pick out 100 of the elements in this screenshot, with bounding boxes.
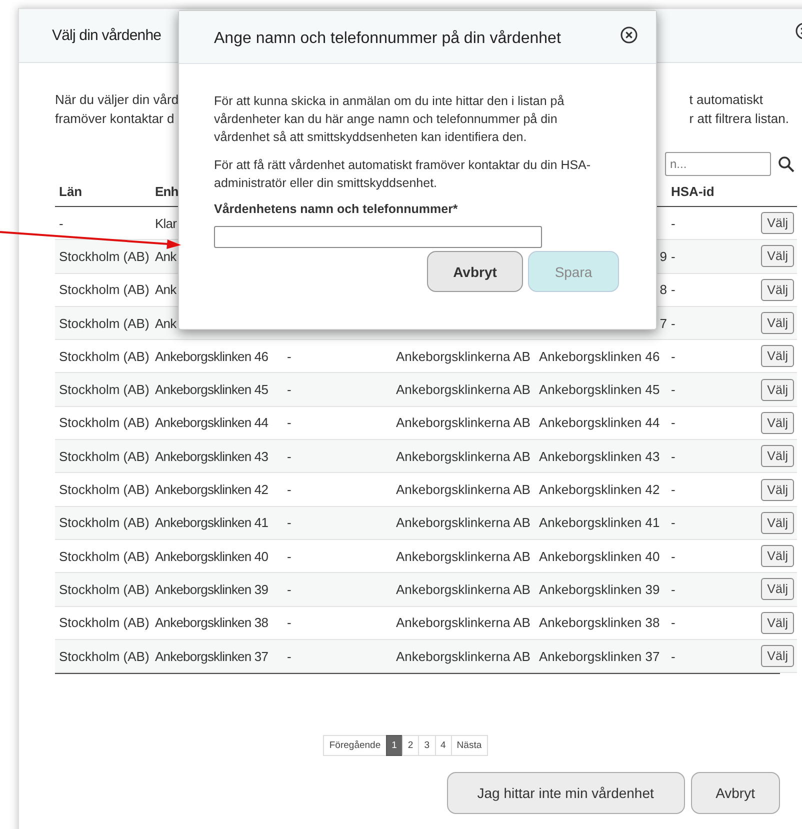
table-cell: - bbox=[287, 382, 292, 398]
table-cell: Ankeborgsklinkerna AB bbox=[396, 415, 530, 430]
table-cell: Ankeborgsklinken 43 bbox=[155, 448, 268, 464]
table-row[interactable]: Stockholm (AB) Ankeborgsklinken 41 - Ankeborgsklinkerna AB Ankeborgsklinken 41 - Välj bbox=[55, 506, 797, 540]
table-cell: Ankeborgsklinkerna AB bbox=[396, 515, 530, 530]
intro-text: t automatiskt bbox=[689, 91, 764, 109]
dialog-button[interactable]: Avbryt bbox=[690, 772, 780, 814]
intro-text: r att filtrera listan. bbox=[689, 110, 789, 128]
input-field[interactable] bbox=[214, 226, 542, 248]
table-cell: Stockholm (AB) bbox=[59, 316, 150, 331]
modal-text: För att kunna skicka in anmälan om du inte hittar den i listan på vårdenheter kan du här ange namn och telefonnummer på din vårdenhet så att smittskyddsenheten kan identifiera den. bbox=[214, 93, 566, 146]
select-button[interactable]: Välj bbox=[761, 645, 794, 667]
table-cell: - bbox=[671, 648, 676, 664]
table-cell: Ankeborgsklinkerna AB bbox=[396, 615, 530, 630]
table-row[interactable]: Stockholm (AB) Ankeborgsklinken 39 - Ankeborgsklinkerna AB Ankeborgsklinken 39 - Välj bbox=[55, 573, 797, 607]
modal-button[interactable]: Avbryt bbox=[427, 251, 523, 292]
select-button[interactable]: Välj bbox=[761, 412, 794, 434]
table-cell: - bbox=[287, 482, 292, 498]
field-label: Vårdenhetens namn och telefonnummer* bbox=[214, 202, 459, 216]
intro-text: När du väljer din vård bbox=[55, 91, 179, 109]
table-cell: Ankeborgsklinken 44 bbox=[539, 415, 660, 430]
table-cell: Ankeborgsklinken 40 bbox=[539, 548, 660, 564]
dialog-button[interactable]: Jag hittar inte min vårdenhet bbox=[446, 772, 685, 814]
table-cell: Ankeborgsklinken 45 bbox=[155, 382, 268, 398]
table-cell: Ankeborgsklinken 41 bbox=[155, 515, 268, 530]
table-cell: Ankeborgsklinken 45 bbox=[539, 382, 660, 398]
table-cell: - bbox=[287, 348, 292, 364]
table-cell: Ankeborgsklinkerna AB bbox=[396, 482, 530, 498]
table-cell: - bbox=[671, 348, 676, 364]
table-cell: - bbox=[287, 648, 292, 664]
column-header: HSA-id bbox=[670, 184, 716, 198]
select-button[interactable]: Välj bbox=[761, 545, 794, 568]
select-button[interactable]: Välj bbox=[761, 512, 794, 534]
table-cell: 7 bbox=[660, 316, 667, 331]
table-cell: Ank bbox=[155, 248, 176, 264]
select-button[interactable]: Välj bbox=[761, 378, 794, 401]
select-button[interactable]: Välj bbox=[761, 478, 794, 501]
pagination-button[interactable]: 1 bbox=[386, 735, 403, 756]
table-cell: Stockholm (AB) bbox=[59, 415, 150, 430]
modal-text: För att få rätt vårdenhet automatiskt framöver kontaktar du din HSA-administratör eller din smittskyddsenhet. bbox=[214, 157, 592, 192]
table-cell: Ankeborgsklinken 44 bbox=[155, 415, 268, 430]
table-cell: - bbox=[671, 515, 676, 530]
table-cell: - bbox=[59, 216, 64, 231]
table-cell: Ankeborgsklinken 39 bbox=[539, 582, 660, 597]
table-cell: Stockholm (AB) bbox=[59, 382, 150, 398]
table-cell: - bbox=[671, 615, 676, 630]
select-button[interactable]: Välj bbox=[761, 445, 794, 468]
search-field[interactable]: n... bbox=[665, 152, 771, 176]
table-cell: Ankeborgsklinken 42 bbox=[539, 482, 660, 498]
table-cell: - bbox=[671, 316, 676, 331]
table-cell: Ankeborgsklinken 39 bbox=[155, 582, 268, 597]
search-icon[interactable] bbox=[778, 156, 795, 172]
table-cell: - bbox=[671, 548, 676, 564]
table-cell: Stockholm (AB) bbox=[59, 515, 150, 530]
table-cell: - bbox=[671, 216, 676, 231]
table-cell: - bbox=[287, 615, 292, 630]
table-cell: Ank bbox=[155, 282, 176, 298]
table-cell: Ankeborgsklinken 42 bbox=[155, 482, 268, 498]
table-cell: - bbox=[671, 482, 676, 498]
table-cell: Ankeborgsklinken 38 bbox=[155, 615, 268, 630]
table-cell: Stockholm (AB) bbox=[59, 615, 150, 630]
table-cell: - bbox=[671, 415, 676, 430]
table-cell: Ankeborgsklinkerna AB bbox=[396, 648, 530, 664]
table-cell: 8 bbox=[660, 282, 667, 298]
table-cell: Ankeborgsklinken 43 bbox=[539, 448, 660, 464]
table-cell: Ankeborgsklinken 40 bbox=[155, 548, 268, 564]
table-cell: Stockholm (AB) bbox=[59, 548, 150, 564]
table-cell: Stockholm (AB) bbox=[59, 482, 150, 498]
table-cell: - bbox=[287, 548, 292, 564]
table-row[interactable]: Stockholm (AB) Ankeborgsklinken 45 - Ankeborgsklinkerna AB Ankeborgsklinken 45 - Välj bbox=[55, 373, 797, 407]
select-button[interactable]: Välj bbox=[761, 612, 794, 634]
select-button[interactable]: Välj bbox=[761, 278, 794, 301]
table-row[interactable]: Stockholm (AB) Ankeborgsklinken 43 - Ankeborgsklinkerna AB Ankeborgsklinken 43 - Välj bbox=[55, 440, 797, 474]
pagination-button[interactable]: 4 bbox=[434, 735, 452, 756]
table-row[interactable]: Stockholm (AB) Ankeborgsklinken 37 - Ankeborgsklinkerna AB Ankeborgsklinken 37 - Välj bbox=[55, 640, 797, 674]
pagination-button[interactable]: 3 bbox=[418, 735, 436, 756]
table-cell: - bbox=[671, 282, 676, 298]
table-cell: - bbox=[287, 415, 292, 430]
select-button[interactable]: Välj bbox=[761, 245, 794, 268]
table-cell: Ankeborgsklinken 46 bbox=[539, 348, 660, 364]
column-header: Län bbox=[58, 184, 84, 198]
intro-text: framöver kontaktar d bbox=[55, 110, 176, 128]
table-cell: Stockholm (AB) bbox=[59, 448, 150, 464]
table-cell: Ankeborgsklinken 37 bbox=[155, 648, 268, 664]
table-cell: Ankeborgsklinken 38 bbox=[539, 615, 660, 630]
select-button[interactable]: Välj bbox=[761, 212, 794, 234]
select-button[interactable]: Välj bbox=[761, 578, 794, 600]
table-cell: Stockholm (AB) bbox=[59, 348, 150, 364]
pagination-button[interactable]: Nästa bbox=[450, 735, 488, 756]
table-cell: - bbox=[671, 382, 676, 398]
table-cell: Stockholm (AB) bbox=[59, 282, 150, 298]
select-button[interactable]: Välj bbox=[761, 312, 794, 334]
column-header: Enh bbox=[154, 184, 180, 198]
close-icon[interactable] bbox=[620, 26, 638, 44]
select-button[interactable]: Välj bbox=[761, 345, 794, 368]
pagination-button[interactable]: Föregående bbox=[323, 735, 387, 756]
table-cell: Ankeborgsklinkerna AB bbox=[396, 582, 530, 597]
table-cell: 9 bbox=[660, 248, 667, 264]
table-cell: - bbox=[287, 448, 292, 464]
table-cell: Ankeborgsklinkerna AB bbox=[396, 348, 530, 364]
